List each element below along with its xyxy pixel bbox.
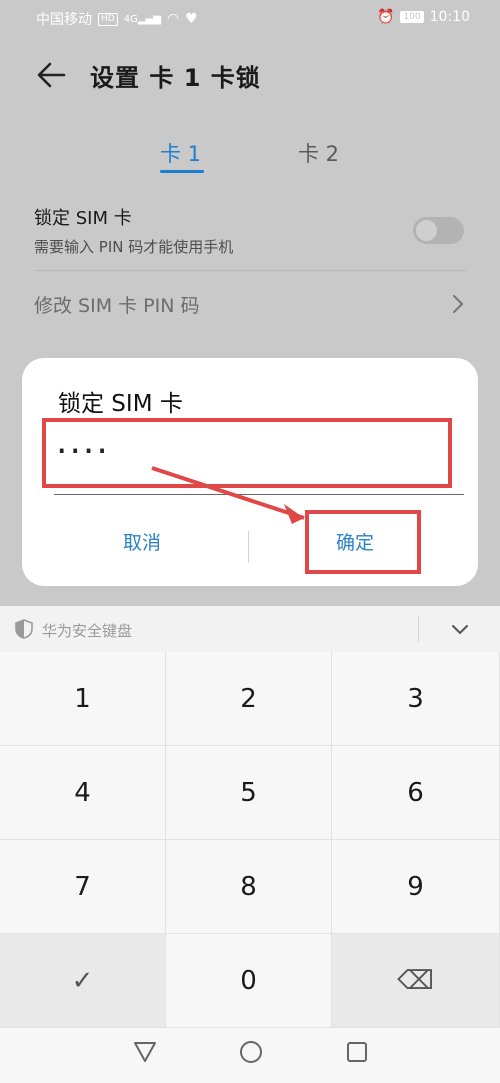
lock-sim-toggle[interactable] bbox=[413, 217, 464, 244]
key-2[interactable]: 2 bbox=[166, 652, 332, 746]
status-right: ⏰ 100 10:10 bbox=[377, 9, 470, 25]
key-4[interactable]: 4 bbox=[0, 746, 166, 840]
divider bbox=[34, 270, 466, 271]
key-6[interactable]: 6 bbox=[332, 746, 500, 840]
numeric-keypad: 1 2 3 4 5 6 7 8 9 ✓ 0 ⌫ bbox=[0, 652, 500, 1028]
change-pin-item[interactable]: 修改 SIM 卡 PIN 码 bbox=[34, 291, 200, 318]
lock-sim-title: 锁定 SIM 卡 bbox=[34, 208, 132, 229]
status-bar: 中国移动 HD 4G▂▄▆ ◠ ♥ ⏰ 100 10:10 bbox=[0, 0, 500, 34]
signal-icon: 4G▂▄▆ bbox=[123, 13, 161, 25]
key-0[interactable]: 0 bbox=[166, 934, 332, 1028]
lock-sim-subtitle: 需要输入 PIN 码才能使用手机 bbox=[34, 238, 234, 256]
alarm-icon: ⏰ bbox=[377, 9, 395, 25]
highlight-box-confirm bbox=[305, 510, 421, 574]
back-arrow-icon[interactable] bbox=[34, 58, 68, 92]
shield-icon bbox=[14, 619, 34, 639]
key-7[interactable]: 7 bbox=[0, 840, 166, 934]
key-backspace-icon[interactable]: ⌫ bbox=[332, 934, 500, 1028]
tab-card-2[interactable]: 卡 2 bbox=[298, 138, 339, 168]
page-title: 设置 卡 1 卡锁 bbox=[90, 64, 261, 92]
active-tab-indicator bbox=[160, 170, 204, 173]
heart-icon: ♥ bbox=[185, 11, 198, 27]
input-underline bbox=[54, 494, 464, 495]
clock-label: 10:10 bbox=[429, 9, 470, 25]
button-divider bbox=[248, 531, 249, 563]
chevron-right-icon bbox=[448, 292, 468, 316]
toggle-knob bbox=[416, 220, 437, 241]
battery-indicator: 100 bbox=[400, 11, 424, 23]
tab-card-1[interactable]: 卡 1 bbox=[160, 138, 201, 168]
carrier-label: 中国移动 bbox=[36, 12, 92, 28]
key-1[interactable]: 1 bbox=[0, 652, 166, 746]
status-left: 中国移动 HD 4G▂▄▆ ◠ ♥ bbox=[36, 9, 198, 29]
signal-type-label: 4G bbox=[123, 13, 138, 25]
pin-dialog: 锁定 SIM 卡 ···· 取消 确定 bbox=[22, 358, 478, 586]
key-confirm-check-icon[interactable]: ✓ bbox=[0, 934, 166, 1028]
home-circle-icon[interactable] bbox=[236, 1036, 266, 1066]
dialog-title: 锁定 SIM 卡 bbox=[58, 391, 183, 417]
hd-badge: HD bbox=[98, 12, 118, 26]
recents-square-icon[interactable] bbox=[342, 1036, 372, 1066]
key-5[interactable]: 5 bbox=[166, 746, 332, 840]
keyboard-header: 华为安全键盘 bbox=[0, 606, 500, 652]
cancel-button[interactable]: 取消 bbox=[82, 523, 202, 563]
wifi-icon: ◠ bbox=[166, 11, 180, 27]
back-triangle-icon[interactable] bbox=[130, 1036, 160, 1066]
key-8[interactable]: 8 bbox=[166, 840, 332, 934]
key-9[interactable]: 9 bbox=[332, 840, 500, 934]
key-3[interactable]: 3 bbox=[332, 652, 500, 746]
keyboard-label: 华为安全键盘 bbox=[42, 622, 133, 640]
highlight-box-input bbox=[42, 418, 452, 488]
chevron-down-icon[interactable] bbox=[450, 619, 470, 639]
navigation-bar bbox=[0, 1028, 500, 1083]
keyboard-divider bbox=[418, 616, 419, 642]
